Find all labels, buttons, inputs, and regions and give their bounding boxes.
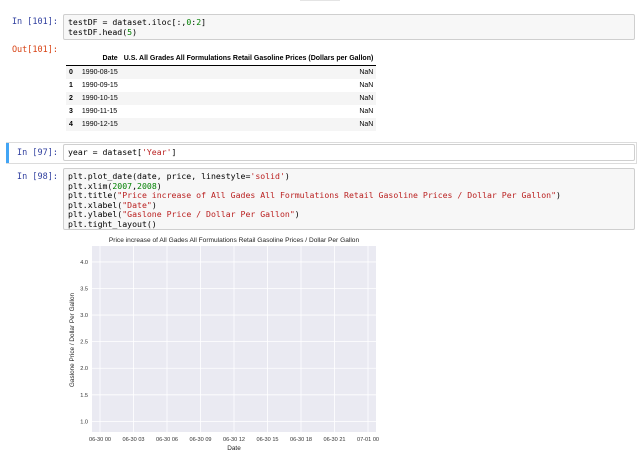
x-axis-label: Date [227, 445, 241, 452]
y-tick-label: 3.5 [80, 287, 88, 293]
x-tick-label: 06-30 00 [89, 437, 111, 443]
x-tick-label: 06-30 12 [223, 437, 245, 443]
plot-figure: Price increase of All Gades All Formulat… [69, 237, 379, 452]
x-tick-labels: 06-30 00 06-30 03 06-30 06 06-30 09 06-30 12… [89, 437, 379, 443]
chart-title: Price increase of All Gades All Formulat… [109, 237, 360, 244]
y-tick-label: 3.0 [80, 313, 88, 319]
y-tick-label: 4.0 [80, 260, 88, 266]
y-tick-label: 2.0 [80, 366, 88, 372]
x-tick-label: 06-30 03 [122, 437, 144, 443]
y-tick-label: 1.0 [80, 419, 88, 425]
x-tick-label: 06-30 06 [156, 437, 178, 443]
y-tick-labels: 1.0 1.5 2.0 2.5 3.0 3.5 4.0 [80, 260, 88, 425]
x-tick-label: 06-30 21 [323, 437, 345, 443]
y-tick-label: 2.5 [80, 340, 88, 346]
x-tick-label: 07-01 00 [357, 437, 379, 443]
x-tick-label: 06-30 18 [290, 437, 312, 443]
y-axis-label: Gaslone Price / Dollar Per Gallon [69, 292, 76, 387]
x-tick-label: 06-30 15 [256, 437, 278, 443]
y-tick-label: 1.5 [80, 393, 88, 399]
x-tick-label: 06-30 09 [189, 437, 211, 443]
